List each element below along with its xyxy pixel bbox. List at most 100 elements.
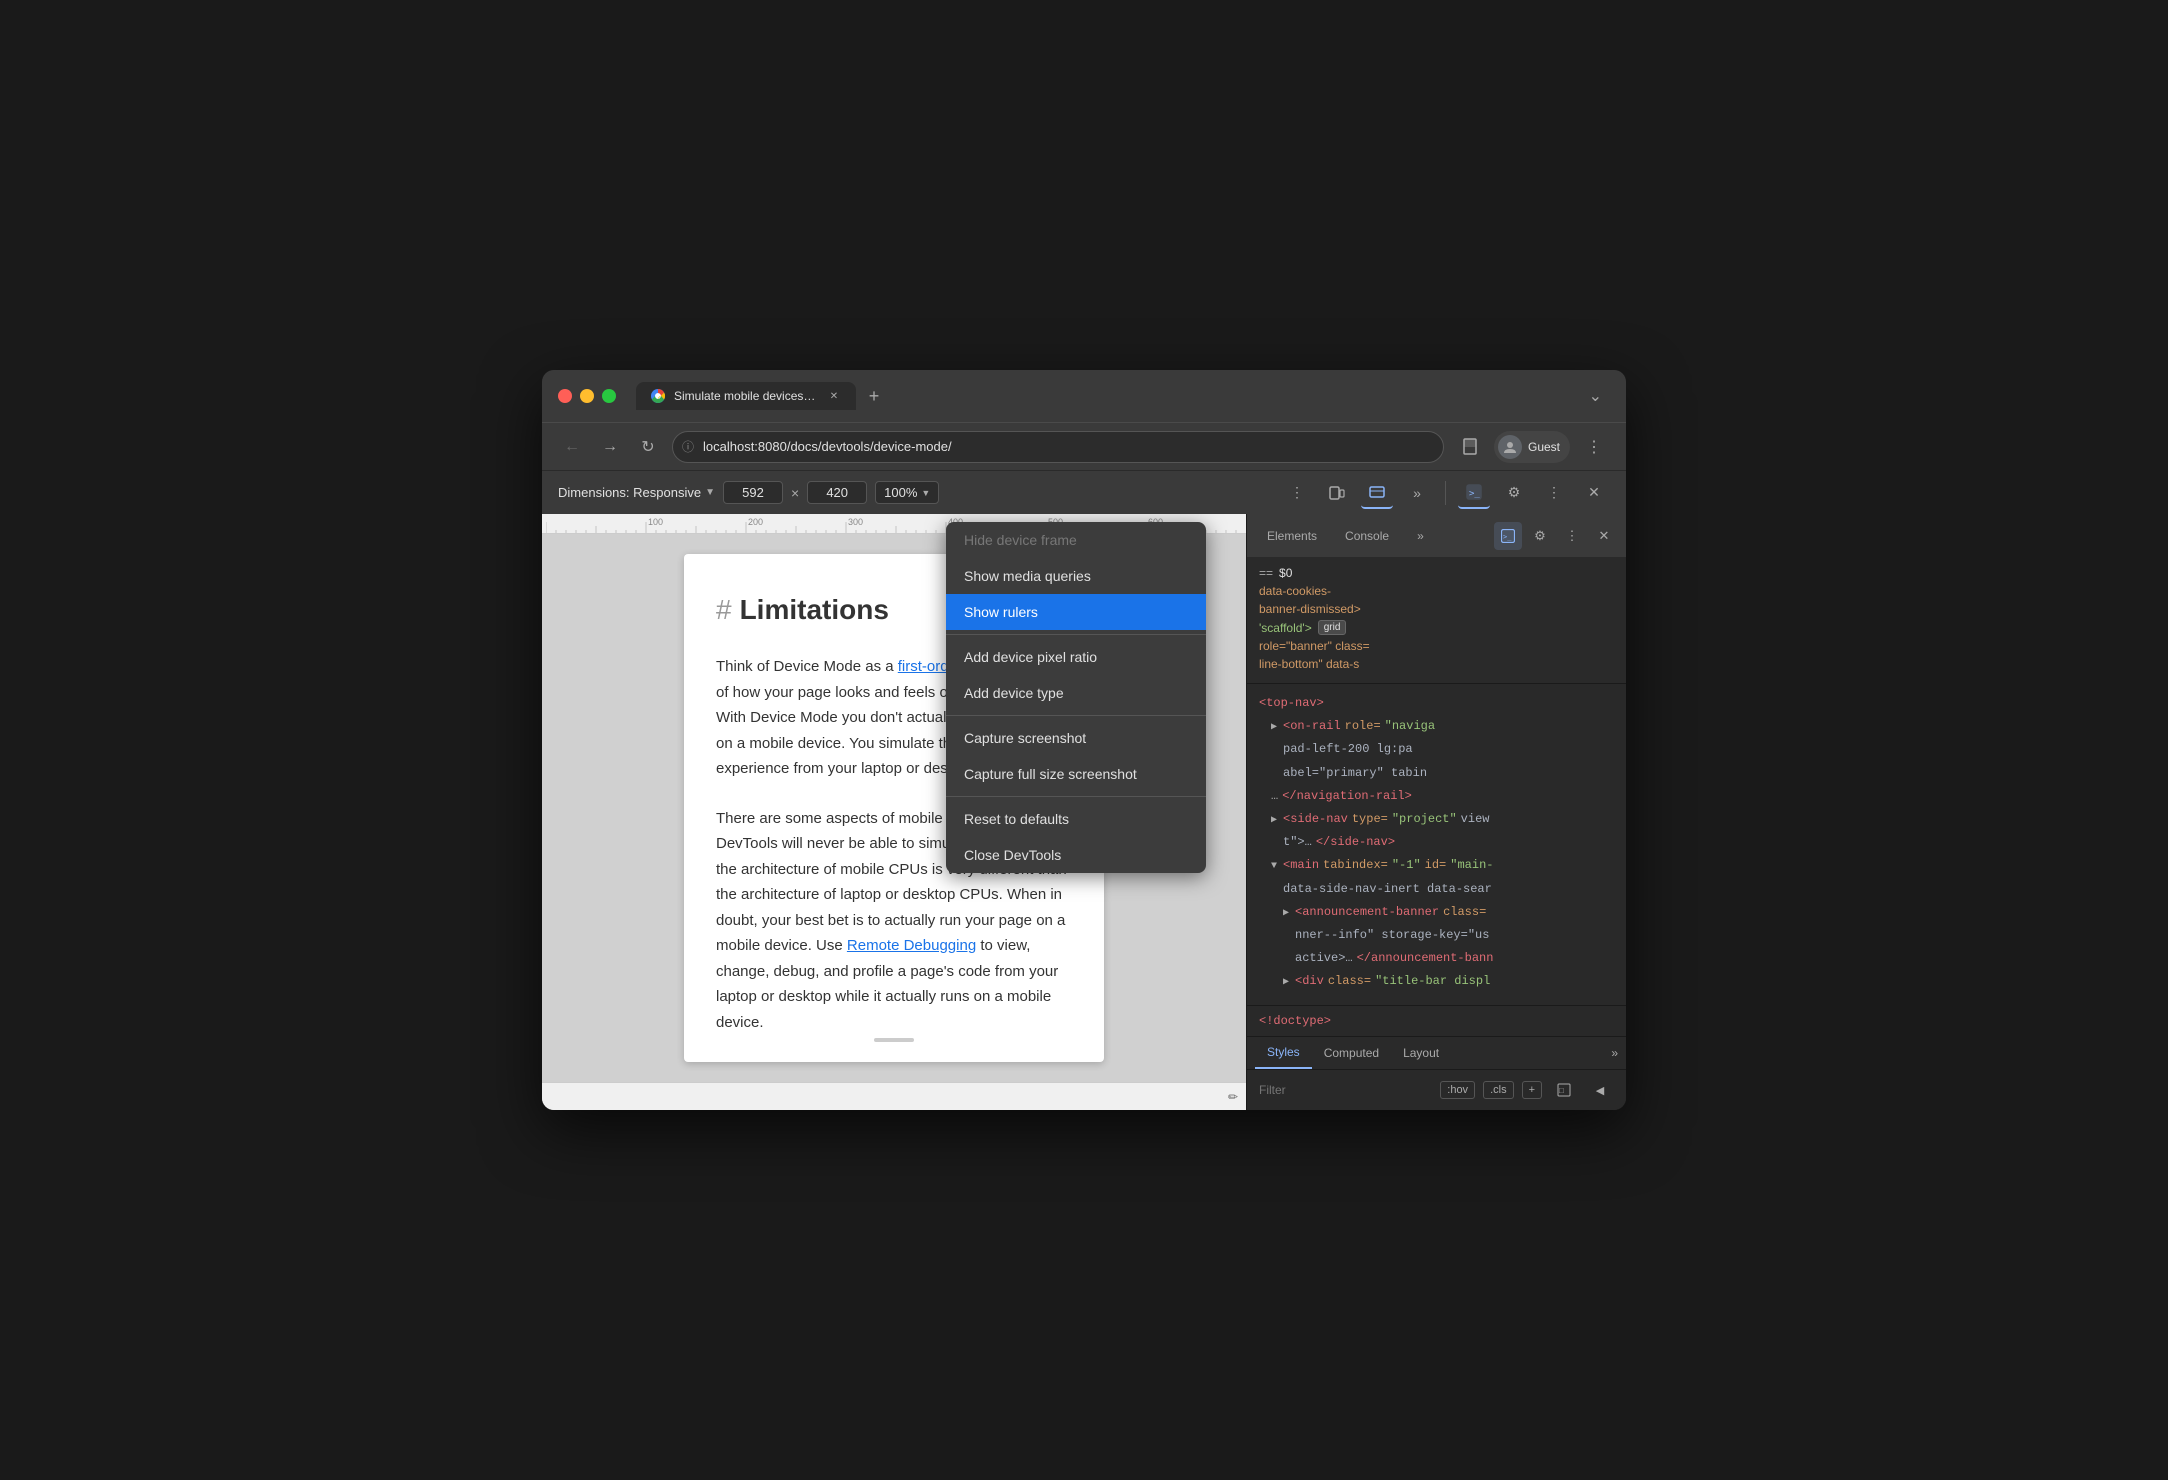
lock-icon: ⓘ [682, 438, 694, 455]
elements-panel-button[interactable] [1361, 477, 1393, 509]
element-eq: == [1259, 566, 1273, 580]
dom-row-2[interactable]: ▶ <on-rail role= "naviga [1247, 715, 1626, 738]
menu-item-add-device-pixel-ratio[interactable]: Add device pixel ratio [946, 639, 1206, 675]
menu-item-reset-defaults[interactable]: Reset to defaults [946, 801, 1206, 837]
element-state-button[interactable]: □ [1550, 1076, 1578, 1104]
dom-row-9[interactable]: data-side-nav-inert data-sear [1247, 878, 1626, 901]
browser-window: Simulate mobile devices with D ✕ + ⌄ ← →… [542, 370, 1626, 1110]
bookmark-button[interactable] [1454, 431, 1486, 463]
dom-tree[interactable]: <top-nav> ▶ <on-rail role= "naviga pad-l… [1247, 684, 1626, 1005]
menu-item-close-devtools[interactable]: Close DevTools [946, 837, 1206, 873]
dom-row-4[interactable]: abel="primary" tabin [1247, 762, 1626, 785]
dom-row-11[interactable]: nner--info" storage-key="us [1247, 924, 1626, 947]
device-toolbar-button[interactable] [1321, 477, 1353, 509]
page-preview: 100200300400500600700800 # Limitations T… [542, 514, 1246, 1110]
svg-text:>_: >_ [1469, 489, 1480, 499]
minimize-button[interactable] [580, 389, 594, 403]
tab-elements[interactable]: Elements [1255, 523, 1329, 549]
profile-name: Guest [1528, 440, 1560, 454]
tab-overflow[interactable]: » [1405, 523, 1436, 549]
active-tab[interactable]: Simulate mobile devices with D ✕ [636, 382, 856, 410]
traffic-lights [558, 389, 616, 403]
cls-button[interactable]: .cls [1483, 1081, 1514, 1099]
address-bar: ← → ↻ ⓘ localhost:8080/docs/devtools/dev… [542, 422, 1626, 470]
styles-panel: Styles Computed Layout » :hov .cls + [1247, 1036, 1626, 1110]
menu-item-show-rulers[interactable]: Show rulers [946, 594, 1206, 630]
dom-line-role: role="banner" class= [1259, 639, 1614, 653]
tab-styles[interactable]: Styles [1255, 1037, 1312, 1069]
computed-styles-button[interactable]: ◀ [1586, 1076, 1614, 1104]
svg-text:100: 100 [648, 517, 663, 527]
menu-item-capture-full-size[interactable]: Capture full size screenshot [946, 756, 1206, 792]
title-bar: Simulate mobile devices with D ✕ + ⌄ [542, 370, 1626, 422]
tab-close-button[interactable]: ✕ [826, 388, 842, 404]
dom-row-5[interactable]: … </navigation-rail> [1247, 785, 1626, 808]
reload-button[interactable]: ↻ [634, 433, 662, 461]
tab-computed[interactable]: Computed [1312, 1038, 1391, 1068]
dom-row-1[interactable]: <top-nav> [1247, 692, 1626, 715]
tab-layout[interactable]: Layout [1391, 1038, 1451, 1068]
profile-button[interactable]: Guest [1494, 431, 1570, 463]
window-menu-button[interactable]: ⌄ [1581, 382, 1610, 410]
svg-text:□: □ [1559, 1086, 1564, 1095]
dom-row-12[interactable]: active>… </announcement-bann [1247, 947, 1626, 970]
console-panel-button[interactable]: >_ [1458, 477, 1490, 509]
dropdown-menu: Hide device frame Show media queries Sho… [946, 522, 1206, 873]
tab-console[interactable]: Console [1333, 523, 1401, 549]
menu-divider-2 [946, 715, 1206, 716]
close-devtools-button[interactable]: ✕ [1578, 477, 1610, 509]
dom-line-1: data-cookies- [1259, 584, 1614, 598]
profile-avatar [1498, 435, 1522, 459]
title-bar-right: ⌄ [1581, 382, 1610, 410]
dom-row-10[interactable]: ▶ <announcement-banner class= [1247, 901, 1626, 924]
doctype-line[interactable]: <!doctype> [1247, 1010, 1626, 1032]
dom-row-7[interactable]: t">… </side-nav> [1247, 831, 1626, 854]
overflow-button[interactable]: » [1401, 477, 1433, 509]
dom-row-13[interactable]: ▶ <div class= "title-bar displ [1247, 970, 1626, 993]
devtools-footer: <!doctype> [1247, 1005, 1626, 1036]
dom-line-scaffold: 'scaffold'> grid [1259, 620, 1614, 635]
devtools-toolbar: Dimensions: Responsive ▼ × 100% ▼ ⋮ » [542, 470, 1626, 514]
console-icon-button[interactable]: >_ [1494, 522, 1522, 550]
more-icon-button[interactable]: ⋮ [1558, 522, 1586, 550]
styles-filter-input[interactable] [1259, 1083, 1432, 1097]
styles-tabs-more[interactable]: » [1611, 1046, 1618, 1060]
width-input[interactable] [723, 481, 783, 504]
back-button[interactable]: ← [558, 433, 586, 461]
settings-icon-button[interactable]: ⚙ [1526, 522, 1554, 550]
element-var: $0 [1279, 566, 1292, 580]
dom-row-3[interactable]: pad-left-200 lg:pa [1247, 738, 1626, 761]
hov-button[interactable]: :hov [1440, 1081, 1475, 1099]
maximize-button[interactable] [602, 389, 616, 403]
chrome-menu-button[interactable]: ⋮ [1578, 431, 1610, 463]
heading-hash: # [716, 594, 732, 626]
menu-item-show-media-queries[interactable]: Show media queries [946, 558, 1206, 594]
address-input[interactable]: localhost:8080/docs/devtools/device-mode… [672, 431, 1444, 463]
menu-item-add-device-type[interactable]: Add device type [946, 675, 1206, 711]
add-style-button[interactable]: + [1522, 1081, 1542, 1099]
page-bottom-edit-button[interactable]: ✏ [1228, 1090, 1238, 1104]
tab-bar: Simulate mobile devices with D ✕ + [636, 382, 1569, 410]
dom-line-2: banner-dismissed> [1259, 602, 1614, 616]
more-options-button[interactable]: ⋮ [1281, 477, 1313, 509]
menu-item-capture-screenshot[interactable]: Capture screenshot [946, 720, 1206, 756]
zoom-selector[interactable]: 100% ▼ [875, 481, 939, 504]
close-icon-button[interactable]: ✕ [1590, 522, 1618, 550]
dimension-separator: × [791, 485, 799, 501]
element-info: == $0 data-cookies- banner-dismissed> 's… [1247, 558, 1626, 684]
menu-item-hide-device-frame[interactable]: Hide device frame [946, 522, 1206, 558]
height-input[interactable] [807, 481, 867, 504]
dom-row-8[interactable]: ▼ <main tabindex= "-1" id= "main- [1247, 854, 1626, 877]
address-wrapper: ⓘ localhost:8080/docs/devtools/device-mo… [672, 431, 1444, 463]
scroll-indicator [874, 1038, 914, 1042]
styles-filter-bar: :hov .cls + □ ◀ [1247, 1070, 1626, 1110]
close-button[interactable] [558, 389, 572, 403]
dom-row-6[interactable]: ▶ <side-nav type= "project" view [1247, 808, 1626, 831]
settings-button[interactable]: ⚙ [1498, 477, 1530, 509]
forward-button[interactable]: → [596, 433, 624, 461]
zoom-chevron: ▼ [921, 488, 930, 498]
new-tab-button[interactable]: + [860, 382, 888, 410]
dom-line-class: line-bottom" data-s [1259, 657, 1614, 671]
devtools-more-button[interactable]: ⋮ [1538, 477, 1570, 509]
remote-debugging-link[interactable]: Remote Debugging [847, 937, 976, 954]
